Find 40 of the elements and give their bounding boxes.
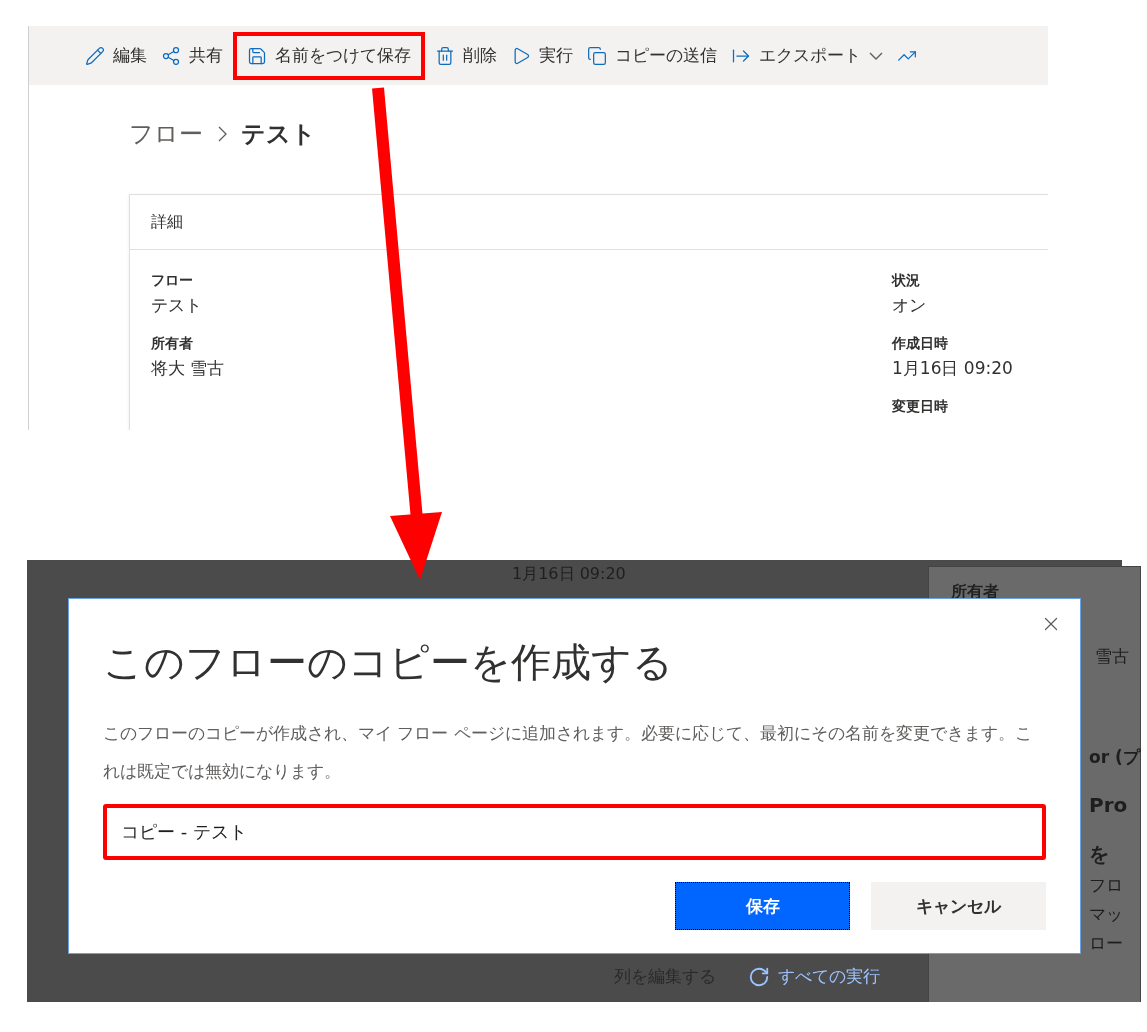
chevron-right-icon <box>217 126 227 142</box>
toolbar-button[interactable]: 名前をつけて保存 <box>233 31 425 80</box>
toolbar-button[interactable]: 編集 <box>81 35 151 76</box>
breadcrumb-item[interactable]: フロー <box>129 118 203 150</box>
field-label: 作成日時 <box>892 335 949 353</box>
copy-icon <box>587 45 607 66</box>
footer-link[interactable]: すべての実行 <box>748 965 880 988</box>
side-text: Pro <box>1089 793 1129 817</box>
field-label: 変更日時 <box>892 398 949 416</box>
field-value: テスト <box>151 294 203 317</box>
toolbar-button[interactable]: 共有 <box>157 35 227 76</box>
cancel-button[interactable]: キャンセル <box>871 882 1046 930</box>
share-icon <box>161 45 181 66</box>
toolbar-button[interactable]: 実行 <box>507 35 577 76</box>
name-input-field[interactable]: コピー - テスト <box>103 804 1046 860</box>
field-value: 1月16日 09:20 <box>892 357 1014 380</box>
dialog-title: このフローのコピーを作成する <box>103 638 674 687</box>
side-text: フロ <box>1089 874 1124 897</box>
trash-icon <box>435 45 455 66</box>
save-icon <box>247 45 267 66</box>
breadcrumb-item: テスト <box>241 119 316 150</box>
side-text: or (プ <box>1089 746 1140 769</box>
pencil-icon <box>85 45 105 66</box>
refresh-icon <box>748 965 770 988</box>
side-text: ロー <box>1089 932 1124 955</box>
field-value: 将大 雪古 <box>151 357 226 380</box>
dialog-message: このフローのコピーが作成され、マイ フロー ページに追加されます。必要に応じて、最初にその名前を変更できます。これは既定では無効になります。 <box>103 722 1033 783</box>
toolbar-button[interactable]: エクスポート <box>727 35 887 76</box>
field-value: オン <box>892 294 927 317</box>
toolbar-button[interactable]: 削除 <box>431 35 501 76</box>
side-text: 雪古 <box>1095 645 1130 668</box>
save-button[interactable]: 保存 <box>675 882 850 930</box>
toolbar-button[interactable]: コピーの送信 <box>583 35 721 76</box>
side-text: を <box>1089 841 1110 868</box>
field-label: 状況 <box>892 272 921 290</box>
side-text: マッ <box>1089 903 1124 926</box>
field-label: フロー <box>151 272 194 290</box>
field-label: 所有者 <box>151 335 194 353</box>
chevron-down-icon <box>869 51 883 60</box>
card-title: 詳細 <box>151 211 183 233</box>
